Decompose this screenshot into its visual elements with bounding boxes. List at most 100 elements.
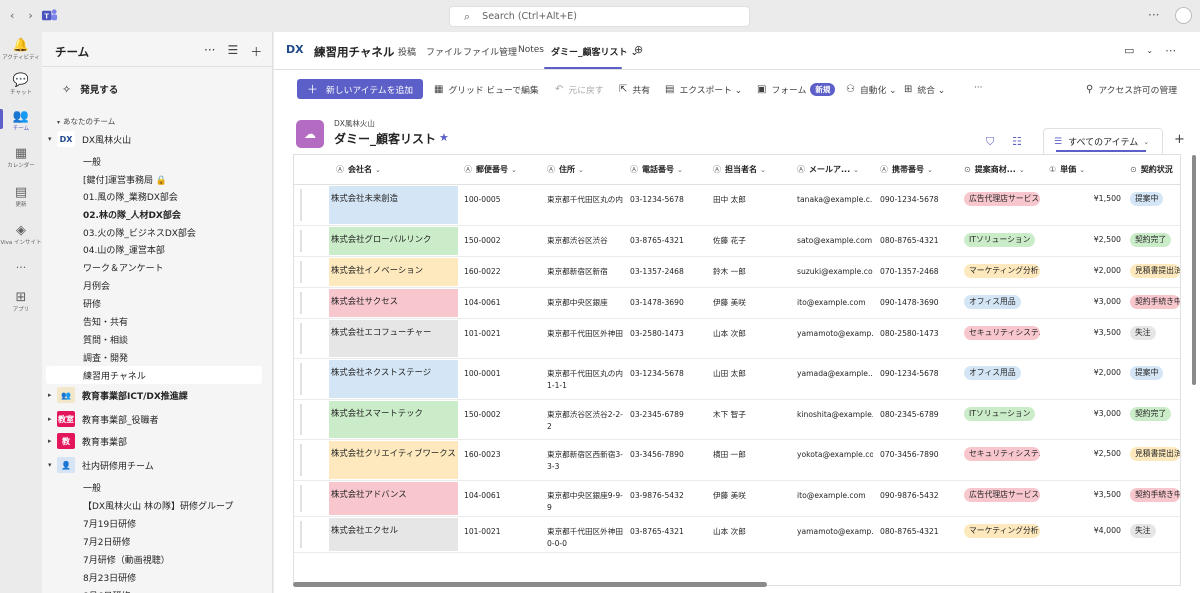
product-pill[interactable]: 広告代理店サービス	[964, 488, 1040, 502]
search-input[interactable]: ⌕ Search (Ctrl+Alt+E)	[449, 6, 750, 27]
company-cell[interactable]: 株式会社アドバンス	[329, 482, 458, 515]
address-cell[interactable]: 東京都新宿区西新宿3-3-3	[547, 440, 623, 473]
mobile-cell[interactable]: 080-8765-4321	[880, 226, 956, 247]
add-tab-icon[interactable]: ⊕	[634, 43, 643, 56]
company-cell[interactable]: 株式会社クリエイティブワークス	[329, 441, 458, 479]
row-selector[interactable]	[300, 261, 302, 283]
email-cell[interactable]: suzuki@example.co...	[797, 257, 873, 278]
email-cell[interactable]: tanaka@example.c...	[797, 185, 873, 206]
rail-item-calendar[interactable]: ▦ カレンダー	[0, 145, 42, 170]
discover-button[interactable]: ✧ 発見する	[62, 82, 118, 97]
channel-item[interactable]: 7月19日研修	[42, 514, 272, 532]
table-row[interactable]: 株式会社イノベーション 160-0022 東京都新宿区新宿 03-1357-2468 鈴…	[294, 257, 1180, 288]
column-header[interactable]: ⊙ 提案商材... ⌄	[964, 164, 1025, 175]
status-pill[interactable]: 見積書提出済	[1130, 264, 1180, 278]
zip-cell[interactable]: 104-0061	[464, 481, 538, 502]
tel-cell[interactable]: 03-1478-3690	[630, 288, 706, 309]
price-cell[interactable]: ¥2,500	[1049, 449, 1121, 458]
table-row[interactable]: 株式会社サクセス 104-0061 東京都中央区銀座 03-1478-3690 伊藤 美…	[294, 288, 1180, 319]
price-cell[interactable]: ¥4,000	[1049, 526, 1121, 535]
chevron-down-icon[interactable]: ⌄	[1146, 46, 1153, 57]
tel-cell[interactable]: 03-3456-7890	[630, 440, 706, 461]
row-selector[interactable]	[300, 363, 302, 395]
chevron-right-icon[interactable]: ▸	[48, 391, 52, 399]
status-pill[interactable]: 失注	[1130, 326, 1156, 340]
row-selector[interactable]	[300, 485, 302, 512]
row-selector[interactable]	[300, 404, 302, 435]
video-call-icon[interactable]: ▭	[1124, 44, 1134, 57]
price-cell[interactable]: ¥2,000	[1049, 368, 1121, 377]
rail-item-teams[interactable]: 👥 チーム	[0, 108, 42, 133]
zip-cell[interactable]: 160-0022	[464, 257, 538, 278]
table-row[interactable]: 株式会社アドバンス 104-0061 東京都中央区銀座9-9-9 03-9876-54…	[294, 481, 1180, 517]
email-cell[interactable]: kinoshita@example...	[797, 400, 873, 421]
zip-cell[interactable]: 101-0021	[464, 517, 538, 538]
forward-arrow-icon[interactable]: ›	[28, 9, 32, 22]
zip-cell[interactable]: 150-0002	[464, 226, 538, 247]
product-pill[interactable]: マーケティング分析	[964, 524, 1040, 538]
status-pill[interactable]: 提案中	[1130, 366, 1164, 380]
rail-item-bell[interactable]: 🔔 アクティビティ	[0, 37, 42, 62]
zip-cell[interactable]: 104-0061	[464, 288, 538, 309]
row-selector[interactable]	[300, 230, 302, 252]
address-cell[interactable]: 東京都千代田区丸の内	[547, 185, 623, 206]
channel-item[interactable]: 7月研修（動画視聴）	[42, 550, 272, 568]
view-options-icon[interactable]: ☷	[1012, 135, 1022, 148]
person-cell[interactable]: 山田 太郎	[713, 359, 787, 380]
mobile-cell[interactable]: 080-2345-6789	[880, 400, 956, 421]
person-cell[interactable]: 鈴木 一郎	[713, 257, 787, 278]
manage-access-button[interactable]: ⚲ アクセス許可の管理	[1086, 83, 1177, 96]
filter-icon[interactable]: ☰	[227, 43, 238, 60]
address-cell[interactable]: 東京都新宿区新宿	[547, 257, 623, 278]
more-icon[interactable]: ···	[204, 43, 215, 60]
tab-files[interactable]: ファイル	[426, 45, 462, 58]
zip-cell[interactable]: 101-0021	[464, 319, 538, 340]
chevron-down-icon[interactable]: ▾	[48, 135, 52, 143]
channel-item[interactable]: 練習用チャネル	[46, 366, 262, 384]
integrate-button[interactable]: ⊞ 統合 ⌄	[904, 83, 945, 96]
mobile-cell[interactable]: 090-1234-5678	[880, 359, 956, 380]
export-button[interactable]: ▤ エクスポート ⌄	[665, 83, 742, 96]
share-button[interactable]: ⇱ 共有	[619, 83, 650, 96]
channel-item[interactable]: 02.林の隊_人材DX部会	[42, 205, 272, 223]
rail-item-updates[interactable]: ▤ 更新	[0, 184, 42, 209]
company-cell[interactable]: 株式会社ネクストステージ	[329, 360, 458, 398]
chevron-right-icon[interactable]: ▸	[48, 437, 52, 445]
more-options-icon[interactable]: ···	[1148, 8, 1159, 22]
tel-cell[interactable]: 03-1234-5678	[630, 359, 706, 380]
more-options-icon[interactable]: ⋯	[1165, 44, 1176, 57]
address-cell[interactable]: 東京都千代田区丸の内1-1-1	[547, 359, 623, 392]
row-selector[interactable]	[300, 521, 302, 548]
table-row[interactable]: 株式会社グローバルリンク 150-0002 東京都渋谷区渋谷 03-8765-4321…	[294, 226, 1180, 257]
more-commands-button[interactable]: ···	[974, 83, 982, 93]
chevron-down-icon[interactable]: ⌄	[578, 166, 584, 174]
person-cell[interactable]: 伊藤 美咲	[713, 481, 787, 502]
zip-cell[interactable]: 100-0001	[464, 359, 538, 380]
new-item-button[interactable]: ＋ 新しいアイテムを追加	[297, 79, 423, 99]
add-view-icon[interactable]: +	[1174, 132, 1185, 147]
rail-item-chat[interactable]: 💬 チャット	[0, 72, 42, 97]
mobile-cell[interactable]: 070-3456-7890	[880, 440, 956, 461]
rail-item-more-apps[interactable]: ···	[0, 259, 42, 277]
status-pill[interactable]: 契約手続き中	[1130, 488, 1180, 502]
column-header[interactable]: ① 単価 ⌄	[1049, 164, 1085, 175]
column-header[interactable]: Ⓐ 郵便番号 ⌄	[464, 164, 517, 175]
price-cell[interactable]: ¥1,500	[1049, 194, 1121, 203]
product-pill[interactable]: セキュリティシステム	[964, 326, 1040, 340]
table-row[interactable]: 株式会社クリエイティブワークス 160-0023 東京都新宿区西新宿3-3-3 03-…	[294, 440, 1180, 481]
person-cell[interactable]: 伊藤 美咲	[713, 288, 787, 309]
chevron-down-icon[interactable]: ⌄	[677, 166, 683, 174]
user-avatar[interactable]	[1175, 7, 1192, 24]
tel-cell[interactable]: 03-2580-1473	[630, 319, 706, 340]
channel-item[interactable]: 8月23日研修	[42, 568, 272, 586]
rail-item-viva-insights[interactable]: ◈ Viva インサイト	[0, 222, 42, 247]
rail-item-apps[interactable]: ⊞ アプリ	[0, 289, 42, 314]
chevron-down-icon[interactable]: ▾	[48, 461, 52, 469]
company-cell[interactable]: 株式会社スマートテック	[329, 401, 458, 438]
address-cell[interactable]: 東京都渋谷区渋谷	[547, 226, 623, 247]
product-pill[interactable]: マーケティング分析	[964, 264, 1040, 278]
channel-item[interactable]: 告知・共有	[42, 312, 272, 330]
channel-item[interactable]: 7月2日研修	[42, 532, 272, 550]
mobile-cell[interactable]: 080-2580-1473	[880, 319, 956, 340]
table-row[interactable]: 株式会社ネクストステージ 100-0001 東京都千代田区丸の内1-1-1 03-12…	[294, 359, 1180, 400]
